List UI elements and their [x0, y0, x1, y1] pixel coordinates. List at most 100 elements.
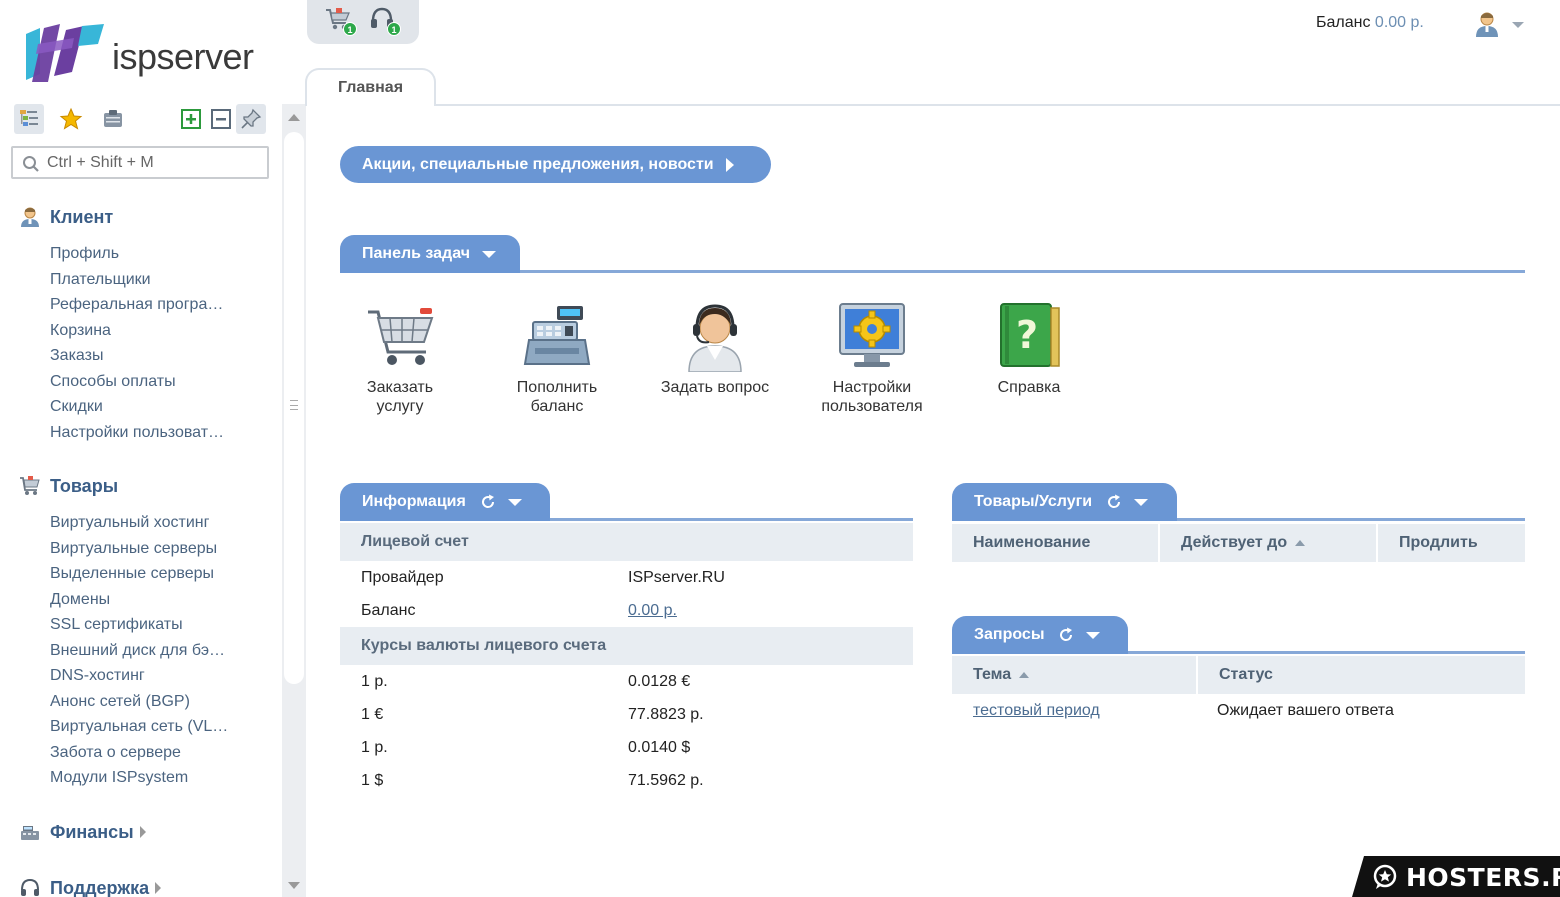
refresh-icon[interactable]	[1106, 494, 1122, 510]
chevron-down-icon	[1512, 22, 1524, 28]
requests-panel-toggle[interactable]: Запросы	[952, 616, 1128, 654]
cart-badge: 1	[343, 22, 357, 36]
menu-item-ispsystem-modules[interactable]: Модули ISPsystem	[50, 765, 240, 791]
menu-group-support[interactable]: Поддержка	[18, 875, 162, 897]
menu-item-virtual-servers[interactable]: Виртуальные серверы	[50, 536, 240, 562]
menu-item-backup-disk[interactable]: Внешний диск для бэ…	[50, 638, 240, 664]
menu-item-payment-methods[interactable]: Способы оплаты	[50, 369, 240, 395]
scroll-up-icon[interactable]	[288, 114, 300, 121]
refresh-icon[interactable]	[1058, 627, 1074, 643]
menu-item-dedicated-servers[interactable]: Выделенные серверы	[50, 561, 240, 587]
pin-icon	[241, 108, 262, 129]
sidebar-scrollbar[interactable]	[282, 104, 306, 897]
menu-item-orders[interactable]: Заказы	[50, 343, 240, 369]
news-button-label: Акции, специальные предложения, новости	[362, 155, 714, 173]
col-valid-until[interactable]: Действует до	[1158, 524, 1376, 562]
menu-item-payers[interactable]: Плательщики	[50, 267, 240, 293]
menu-item-cart[interactable]: Корзина	[50, 318, 240, 344]
col-status-label: Статус	[1219, 666, 1273, 683]
refresh-icon[interactable]	[480, 494, 496, 510]
pin-sidebar-button[interactable]	[236, 104, 266, 134]
watermark: HOSTERS.RU	[1352, 856, 1560, 897]
cart-notification-button[interactable]: 1	[325, 4, 357, 38]
col-renew[interactable]: Продлить	[1376, 524, 1525, 562]
menu-item-discounts[interactable]: Скидки	[50, 394, 240, 420]
chevron-right-icon	[155, 882, 162, 894]
menu-item-referral[interactable]: Реферальная програ…	[50, 292, 240, 318]
menu-item-profile[interactable]: Профиль	[50, 241, 240, 267]
task-ask-question[interactable]: Задать вопрос	[645, 300, 785, 397]
task-help[interactable]: ? Справка	[959, 300, 1099, 397]
request-topic-link[interactable]: тестовый период	[973, 702, 1100, 720]
chevron-down-icon	[482, 250, 496, 258]
info-panel-title: Информация	[362, 493, 466, 510]
services-panel-title: Товары/Услуги	[974, 493, 1093, 510]
menu-item-vlan[interactable]: Виртуальная сеть (VL…	[50, 714, 240, 740]
notification-bar: 1 1	[307, 0, 419, 44]
menu-group-title: Поддержка	[50, 877, 150, 897]
scroll-down-icon[interactable]	[288, 882, 300, 889]
tree-view-button[interactable]	[14, 104, 44, 134]
collapse-all-button[interactable]	[206, 104, 236, 134]
col-renew-label: Продлить	[1399, 534, 1478, 551]
balance-label: Баланс	[1316, 14, 1371, 31]
menu-item-ssl[interactable]: SSL сертификаты	[50, 612, 240, 638]
task-top-up-balance[interactable]: Пополнить баланс	[487, 300, 627, 416]
services-panel-toggle[interactable]: Товары/Услуги	[952, 483, 1177, 521]
col-name-label: Наименование	[973, 534, 1091, 551]
menu-item-user-settings[interactable]: Настройки пользоват…	[50, 420, 240, 446]
clipboard-icon	[104, 110, 122, 127]
col-valid-until-label: Действует до	[1181, 534, 1288, 551]
menu-item-virtual-hosting[interactable]: Виртуальный хостинг	[50, 510, 240, 536]
col-topic[interactable]: Тема	[952, 656, 1196, 694]
star-icon	[59, 107, 83, 130]
request-status: Ожидает вашего ответа	[1217, 702, 1394, 719]
task-label: Пополнить баланс	[516, 379, 598, 415]
col-status[interactable]: Статус	[1196, 656, 1525, 694]
news-button[interactable]: Акции, специальные предложения, новости	[340, 146, 771, 183]
task-panel-header: Панель задач	[340, 235, 1525, 273]
task-label: Задать вопрос	[660, 379, 770, 396]
resize-grip-icon[interactable]	[290, 400, 298, 410]
menu-item-server-care[interactable]: Забота о сервере	[50, 740, 240, 766]
menu-group-title: Финансы	[50, 821, 134, 842]
task-label: Настройки пользователя	[821, 379, 923, 415]
tree-list-icon	[20, 110, 38, 126]
provider-label: Провайдер	[361, 569, 444, 586]
shopping-cart-icon	[368, 308, 434, 365]
top-balance[interactable]: Баланс 0.00 р.	[1316, 14, 1424, 32]
menu-group-client[interactable]: Клиент	[18, 204, 113, 230]
info-panel-toggle[interactable]: Информация	[340, 483, 550, 521]
task-user-settings[interactable]: Настройки пользователя	[802, 300, 942, 416]
hosters-logo-icon	[1373, 864, 1397, 889]
account-band: Лицевой счет	[340, 523, 913, 561]
logo[interactable]: ispserver	[26, 24, 266, 84]
requests-panel-title: Запросы	[974, 626, 1045, 643]
task-order-service[interactable]: Заказать услугу	[330, 300, 470, 416]
user-menu-button[interactable]	[1474, 10, 1526, 40]
task-panel-toggle[interactable]: Панель задач	[340, 235, 520, 273]
rate-from: 1 р.	[361, 673, 388, 690]
support-notification-button[interactable]: 1	[369, 4, 401, 38]
menu-item-domains[interactable]: Домены	[50, 587, 240, 613]
menu-group-products[interactable]: Товары	[18, 473, 118, 499]
minus-square-icon	[211, 109, 231, 129]
expand-all-button[interactable]	[176, 104, 206, 134]
support-badge: 1	[387, 22, 401, 36]
menu-item-dns-hosting[interactable]: DNS-хостинг	[50, 663, 240, 689]
menu-group-finance[interactable]: Финансы	[18, 819, 146, 845]
col-name[interactable]: Наименование	[952, 524, 1158, 562]
info-balance-label: Баланс	[361, 602, 416, 619]
favorites-button[interactable]	[56, 104, 86, 134]
tab-main[interactable]: Главная	[305, 68, 436, 106]
cash-register-icon	[523, 306, 591, 365]
rate-from: 1 $	[361, 772, 384, 789]
rate-from: 1 р.	[361, 739, 388, 756]
menu-search-input[interactable]	[47, 152, 257, 174]
menu-item-bgp[interactable]: Анонс сетей (BGP)	[50, 689, 240, 715]
info-balance-link[interactable]: 0.00 р.	[628, 602, 677, 620]
headset-icon	[18, 876, 42, 897]
task-panel-title: Панель задач	[362, 245, 470, 262]
balance-amount: 0.00 р.	[1374, 14, 1424, 31]
clipboard-button[interactable]	[98, 104, 128, 134]
